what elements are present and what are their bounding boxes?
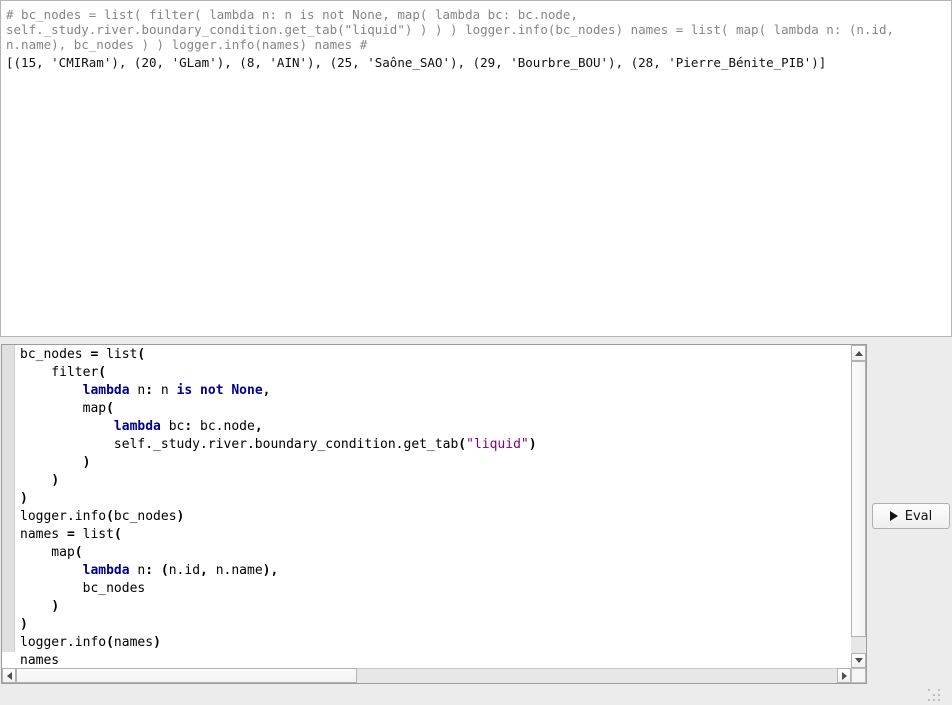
code-line: names xyxy=(20,652,851,669)
eval-button[interactable]: Eval xyxy=(872,503,950,529)
down-arrow-icon xyxy=(855,658,863,663)
horizontal-scrollbar[interactable] xyxy=(2,668,851,683)
code-line: bc_nodes = list( xyxy=(20,346,851,364)
code-editor-pane: bc_nodes = list( filter( lambda n: n is … xyxy=(1,344,867,684)
scroll-down-button[interactable] xyxy=(851,653,866,668)
code-line: self._study.river.boundary_condition.get… xyxy=(20,436,851,454)
console-echo-line: n.name), bc_nodes ) ) logger.info(names)… xyxy=(6,37,946,52)
code-line: lambda n: (n.id, n.name), xyxy=(20,562,851,580)
resize-grip-icon[interactable] xyxy=(928,689,941,702)
scrollbar-corner xyxy=(851,668,866,683)
debug-console-window: { "colors": { "keyword": "#00008b", "str… xyxy=(0,0,952,705)
horizontal-scroll-thumb[interactable] xyxy=(16,668,357,683)
code-line: ) xyxy=(20,616,851,634)
eval-button-label: Eval xyxy=(905,509,933,524)
code-line: map( xyxy=(20,544,851,562)
up-arrow-icon xyxy=(855,351,863,356)
code-line: names = list( xyxy=(20,526,851,544)
code-line: ) xyxy=(20,472,851,490)
scroll-up-button[interactable] xyxy=(851,345,866,361)
code-line: lambda bc: bc.node, xyxy=(20,418,851,436)
right-arrow-icon xyxy=(842,672,847,680)
code-line: ) xyxy=(20,598,851,616)
code-line: logger.info(bc_nodes) xyxy=(20,508,851,526)
code-line: lambda n: n is not None, xyxy=(20,382,851,400)
scroll-right-button[interactable] xyxy=(837,668,851,683)
vertical-scrollbar[interactable] xyxy=(851,345,866,668)
vertical-scroll-thumb[interactable] xyxy=(851,361,866,637)
code-line: bc_nodes xyxy=(20,580,851,598)
code-line: filter( xyxy=(20,364,851,382)
play-icon xyxy=(890,511,898,521)
console-echo-line: self._study.river.boundary_condition.get… xyxy=(6,22,946,37)
left-arrow-icon xyxy=(7,672,12,680)
code-line: logger.info(names) xyxy=(20,634,851,652)
editor-margin xyxy=(2,345,15,652)
code-line: ) xyxy=(20,490,851,508)
code-line: map( xyxy=(20,400,851,418)
console-history-pane[interactable]: # bc_nodes = list( filter( lambda n: n i… xyxy=(0,0,952,337)
console-output-line: [(15, 'CMIRam'), (20, 'GLam'), (8, 'AIN'… xyxy=(6,55,946,70)
code-input-area[interactable]: bc_nodes = list( filter( lambda n: n is … xyxy=(15,345,851,669)
code-line: ) xyxy=(20,454,851,472)
scroll-left-button[interactable] xyxy=(2,668,16,683)
console-echo-line: # bc_nodes = list( filter( lambda n: n i… xyxy=(6,7,946,22)
